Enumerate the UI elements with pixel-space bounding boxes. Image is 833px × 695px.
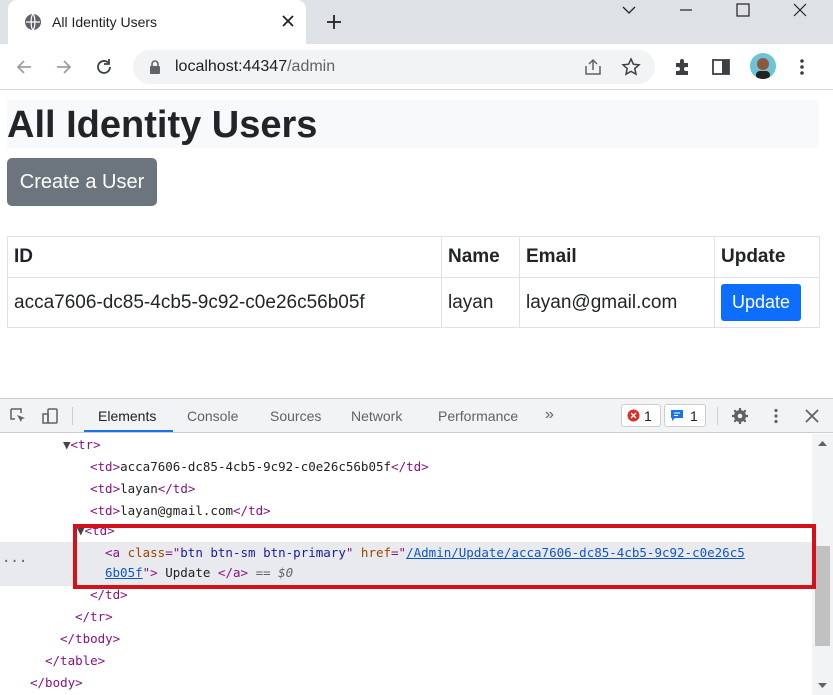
forward-arrow-icon[interactable] bbox=[53, 56, 75, 78]
lock-icon[interactable] bbox=[147, 59, 163, 75]
error-count: 1 bbox=[644, 408, 652, 424]
page-content: All Identity Users Create a User ID Name… bbox=[0, 91, 833, 398]
tab-network[interactable]: Network bbox=[351, 408, 402, 424]
devtools-toolbar: Elements Console Sources Network Perform… bbox=[0, 399, 833, 433]
create-user-button[interactable]: Create a User bbox=[7, 158, 157, 206]
avatar[interactable] bbox=[750, 53, 776, 79]
tab-elements[interactable]: Elements bbox=[98, 408, 156, 424]
message-count: 1 bbox=[690, 408, 698, 424]
gear-icon[interactable] bbox=[731, 407, 749, 425]
cell-name: layan bbox=[441, 277, 520, 328]
minimize-icon[interactable] bbox=[663, 0, 709, 22]
kebab-menu-icon[interactable] bbox=[767, 407, 785, 425]
close-devtools-icon[interactable] bbox=[803, 407, 821, 425]
cell-update: Update bbox=[714, 277, 820, 328]
table-header-row: ID Name Email Update bbox=[7, 236, 820, 278]
header-name: Name bbox=[441, 236, 520, 278]
dom-node-td-name[interactable]: <td>layan</td> bbox=[90, 478, 195, 500]
dom-node-td-email[interactable]: <td>layan@gmail.com</td> bbox=[90, 500, 271, 522]
dom-node-tr[interactable]: ▼<tr> bbox=[63, 434, 101, 456]
browser-tab-active[interactable]: All Identity Users bbox=[8, 0, 306, 44]
dom-node-tbody-close[interactable]: </tbody> bbox=[60, 628, 120, 650]
back-arrow-icon[interactable] bbox=[13, 56, 35, 78]
users-table: ID Name Email Update acca7606-dc85-4cb5-… bbox=[7, 236, 820, 328]
header-id: ID bbox=[7, 236, 442, 278]
update-button[interactable]: Update bbox=[721, 284, 801, 321]
cell-email: layan@gmail.com bbox=[519, 277, 715, 328]
header-email: Email bbox=[519, 236, 715, 278]
dom-node-table-close[interactable]: </table> bbox=[45, 650, 105, 672]
red-highlight-box bbox=[73, 524, 816, 589]
node-actions-icon[interactable]: ··· bbox=[2, 554, 27, 570]
table-row: acca7606-dc85-4cb5-9c92-c0e26c56b05f lay… bbox=[7, 277, 820, 328]
device-toolbar-icon[interactable] bbox=[41, 407, 59, 425]
page-title: All Identity Users bbox=[7, 104, 318, 146]
new-tab-icon[interactable] bbox=[324, 12, 344, 32]
errors-badge[interactable]: 1 bbox=[621, 404, 661, 427]
share-icon[interactable] bbox=[583, 57, 603, 77]
message-icon bbox=[671, 410, 683, 421]
maximize-icon[interactable] bbox=[720, 0, 766, 22]
active-tab-indicator bbox=[84, 430, 173, 432]
toolbar-divider bbox=[717, 407, 718, 425]
expand-triangle-icon[interactable]: ▼ bbox=[63, 437, 71, 452]
error-icon bbox=[627, 409, 640, 422]
toolbar-divider bbox=[72, 407, 73, 425]
tab-console[interactable]: Console bbox=[187, 408, 238, 424]
kebab-menu-icon[interactable] bbox=[791, 56, 813, 78]
close-tab-icon[interactable] bbox=[279, 12, 297, 30]
scroll-thumb[interactable] bbox=[815, 546, 830, 646]
dom-node-td-id[interactable]: <td>acca7606-dc85-4cb5-9c92-c0e26c56b05f… bbox=[90, 456, 429, 478]
dom-node-tr-close[interactable]: </tr> bbox=[75, 606, 113, 628]
bookmark-star-icon[interactable] bbox=[621, 57, 641, 77]
more-tabs-icon[interactable]: » bbox=[545, 406, 554, 424]
cell-id: acca7606-dc85-4cb5-9c92-c0e26c56b05f bbox=[7, 277, 442, 328]
scroll-up-icon[interactable] bbox=[817, 439, 828, 447]
chevron-down-icon[interactable] bbox=[606, 0, 652, 22]
browser-toolbar: localhost:44347/admin bbox=[0, 44, 833, 90]
url-text: localhost:44347/admin bbox=[175, 58, 336, 75]
header-update: Update bbox=[714, 236, 820, 278]
tab-performance[interactable]: Performance bbox=[438, 408, 518, 424]
side-panel-icon[interactable] bbox=[710, 56, 732, 78]
reload-icon[interactable] bbox=[93, 56, 115, 78]
tab-sources[interactable]: Sources bbox=[270, 408, 321, 424]
close-window-icon[interactable] bbox=[777, 0, 823, 22]
globe-icon bbox=[25, 13, 41, 31]
scroll-down-icon[interactable] bbox=[817, 682, 828, 690]
address-bar[interactable]: localhost:44347/admin bbox=[133, 50, 655, 84]
dom-node-body-close[interactable]: </body> bbox=[30, 672, 83, 694]
tab-title: All Identity Users bbox=[52, 14, 158, 30]
extensions-puzzle-icon[interactable] bbox=[671, 56, 693, 78]
profile-avatar-icon bbox=[756, 58, 770, 79]
messages-badge[interactable]: 1 bbox=[664, 404, 706, 427]
inspect-element-icon[interactable] bbox=[9, 407, 27, 425]
title-bar: All Identity Users bbox=[7, 100, 819, 148]
tab-strip: All Identity Users bbox=[0, 0, 833, 44]
